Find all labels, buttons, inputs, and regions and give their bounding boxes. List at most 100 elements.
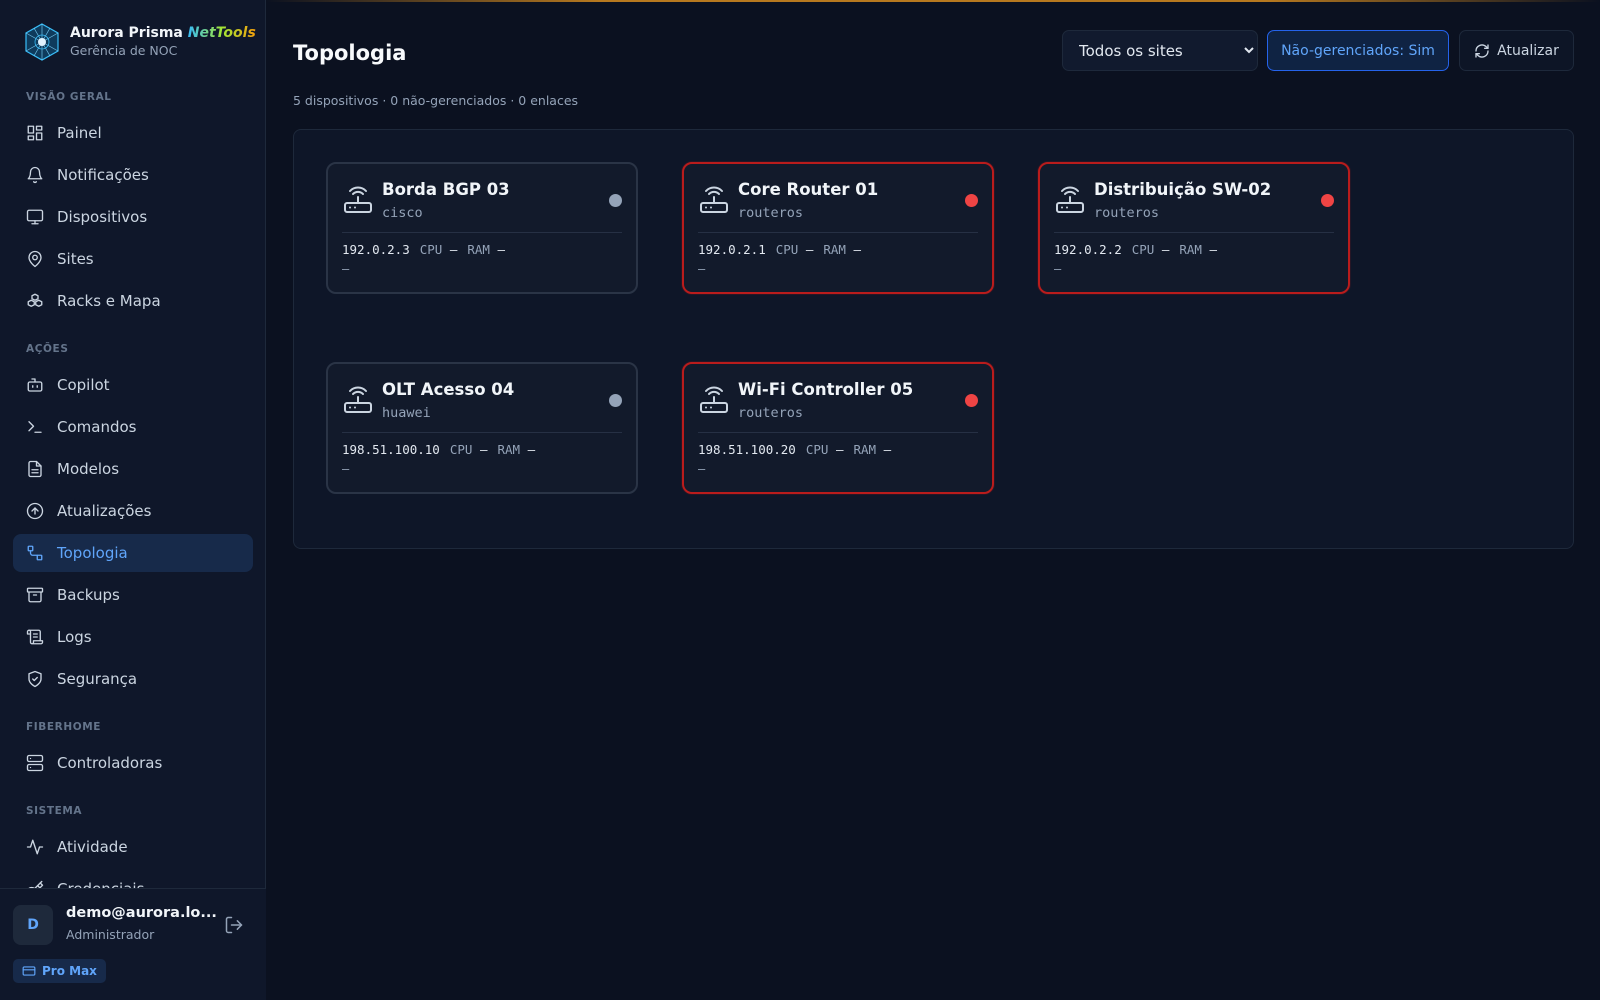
device-extra: — xyxy=(698,262,706,276)
sidebar-item-topologia[interactable]: Topologia xyxy=(13,534,253,572)
device-node[interactable]: Borda BGP 03 cisco 192.0.2.3 CPU — RAM — — xyxy=(326,162,638,294)
sidebar-item-label: Atividade xyxy=(57,838,128,856)
map-pin-icon xyxy=(28,250,42,268)
avatar[interactable]: D xyxy=(13,905,53,945)
ram-label: RAM xyxy=(467,242,490,257)
sidebar-item-logs[interactable]: Logs xyxy=(13,618,253,656)
refresh-label: Atualizar xyxy=(1497,42,1559,59)
sidebar-item-atualizacoes[interactable]: Atualizações xyxy=(13,492,253,530)
router-icon xyxy=(342,184,374,216)
sidebar-item-label: Segurança xyxy=(57,670,138,688)
router-icon xyxy=(1054,184,1086,216)
device-name: Wi-Fi Controller 05 xyxy=(738,380,914,399)
device-metrics: 192.0.2.1 CPU — RAM — xyxy=(698,242,861,257)
unmanaged-toggle-label: Não-gerenciados: Sim xyxy=(1281,42,1435,59)
plan-badge[interactable]: Pro Max xyxy=(13,959,106,983)
ram-value: — xyxy=(1209,242,1218,257)
sidebar-item-label: Topologia xyxy=(57,544,128,562)
device-node[interactable]: Distribuição SW-02 routeros 192.0.2.2 CPU —… xyxy=(1038,162,1350,294)
monitor-icon xyxy=(26,209,44,225)
sidebar-item-label: Backups xyxy=(57,586,120,604)
device-node[interactable]: Core Router 01 routeros 192.0.2.1 CPU — RAM … xyxy=(682,162,994,294)
cpu-value: — xyxy=(805,242,814,257)
refresh-button[interactable]: Atualizar xyxy=(1459,30,1574,71)
node-divider xyxy=(698,432,978,433)
ram-value: — xyxy=(883,442,892,457)
sidebar-item-sites[interactable]: Sites xyxy=(13,240,253,278)
plan-label: Pro Max xyxy=(42,964,97,978)
device-ip: 192.0.2.3 xyxy=(342,242,410,257)
router-icon xyxy=(698,184,730,216)
ram-label: RAM xyxy=(1179,242,1202,257)
boxes-icon xyxy=(27,293,43,307)
ram-label: RAM xyxy=(823,242,846,257)
user-role: Administrador xyxy=(66,927,155,942)
sidebar-item-modelos[interactable]: Modelos xyxy=(13,450,253,488)
topology-canvas[interactable]: Borda BGP 03 cisco 192.0.2.3 CPU — RAM — — Cor… xyxy=(293,129,1574,549)
sidebar-item-label: Controladoras xyxy=(57,754,163,772)
device-name: OLT Acesso 04 xyxy=(382,380,515,399)
sidebar-item-label: Atualizações xyxy=(57,502,152,520)
device-metrics: 192.0.2.3 CPU — RAM — xyxy=(342,242,505,257)
ram-value: — xyxy=(853,242,862,257)
topology-icon xyxy=(27,545,43,561)
sidebar-item-label: Credenciais xyxy=(57,880,144,888)
cpu-value: — xyxy=(479,442,488,457)
node-divider xyxy=(698,232,978,233)
brand-subtitle: Gerência de NOC xyxy=(70,42,178,58)
sidebar-item-notificacoes[interactable]: Notificações xyxy=(13,156,253,194)
ram-label: RAM xyxy=(853,442,877,457)
site-filter-select[interactable]: Todos os sites xyxy=(1062,30,1258,71)
cpu-value: — xyxy=(835,442,844,457)
device-vendor: routeros xyxy=(738,405,804,421)
bot-icon xyxy=(27,378,43,392)
sidebar-item-label: Logs xyxy=(57,628,92,646)
status-dot xyxy=(1321,194,1334,207)
sidebar-item-label: Modelos xyxy=(57,460,120,478)
credit-card-icon xyxy=(22,966,36,976)
device-ip: 192.0.2.1 xyxy=(698,242,766,257)
aurora-logo-icon xyxy=(25,23,59,61)
brand-title: Aurora Prisma NetTools xyxy=(70,25,256,43)
sidebar-item-backups[interactable]: Backups xyxy=(13,576,253,614)
activity-icon xyxy=(26,839,44,855)
status-dot xyxy=(609,394,622,407)
sidebar: Aurora Prisma NetTools Gerência de NOC V… xyxy=(0,0,266,1000)
device-name: Distribuição SW-02 xyxy=(1094,180,1272,199)
user-email: demo@aurora.lo... xyxy=(66,905,217,921)
device-metrics: 198.51.100.20 CPU — RAM — xyxy=(698,442,891,457)
cpu-label: CPU xyxy=(449,442,473,457)
device-name: Borda BGP 03 xyxy=(382,180,510,199)
device-vendor: cisco xyxy=(382,205,423,221)
sidebar-item-copilot[interactable]: Copilot xyxy=(13,366,253,404)
brand-accent: NetTools xyxy=(187,25,256,42)
sidebar-item-painel[interactable]: Painel xyxy=(13,114,253,152)
key-icon xyxy=(28,880,44,888)
unmanaged-toggle-button[interactable]: Não-gerenciados: Sim xyxy=(1267,30,1449,71)
logout-icon[interactable] xyxy=(224,915,244,935)
cpu-label: CPU xyxy=(1131,242,1155,257)
page-title: Topologia xyxy=(293,41,407,65)
brand[interactable]: Aurora Prisma NetTools Gerência de NOC xyxy=(24,22,256,62)
sidebar-item-comandos[interactable]: Comandos xyxy=(13,408,253,446)
user-panel: D demo@aurora.lo... Administrador Pro Ma… xyxy=(0,888,266,1000)
device-ip: 198.51.100.10 xyxy=(342,442,440,457)
ram-value: — xyxy=(497,242,506,257)
sidebar-nav: VISÃO GERAL Painel Notificações Disposit… xyxy=(13,88,253,888)
sidebar-item-label: Painel xyxy=(57,124,102,142)
sidebar-item-credenciais[interactable]: Credenciais xyxy=(13,870,253,888)
sidebar-item-racks-e-mapa[interactable]: Racks e Mapa xyxy=(13,282,253,320)
sidebar-item-seguranca[interactable]: Segurança xyxy=(13,660,253,698)
device-node[interactable]: Wi-Fi Controller 05 routeros 198.51.100.20… xyxy=(682,362,994,494)
refresh-icon xyxy=(1475,43,1489,58)
nav-section-title: AÇÕES xyxy=(26,343,69,355)
sidebar-item-dispositivos[interactable]: Dispositivos xyxy=(13,198,253,236)
sidebar-item-controladoras[interactable]: Controladoras xyxy=(13,744,253,782)
device-ip: 192.0.2.2 xyxy=(1054,242,1122,257)
sidebar-item-atividade[interactable]: Atividade xyxy=(13,828,253,866)
ram-value: — xyxy=(527,442,536,457)
device-vendor: huawei xyxy=(382,405,431,421)
device-vendor: routeros xyxy=(1094,205,1160,221)
scroll-icon xyxy=(26,629,44,645)
device-node[interactable]: OLT Acesso 04 huawei 198.51.100.10 CPU — RAM… xyxy=(326,362,638,494)
